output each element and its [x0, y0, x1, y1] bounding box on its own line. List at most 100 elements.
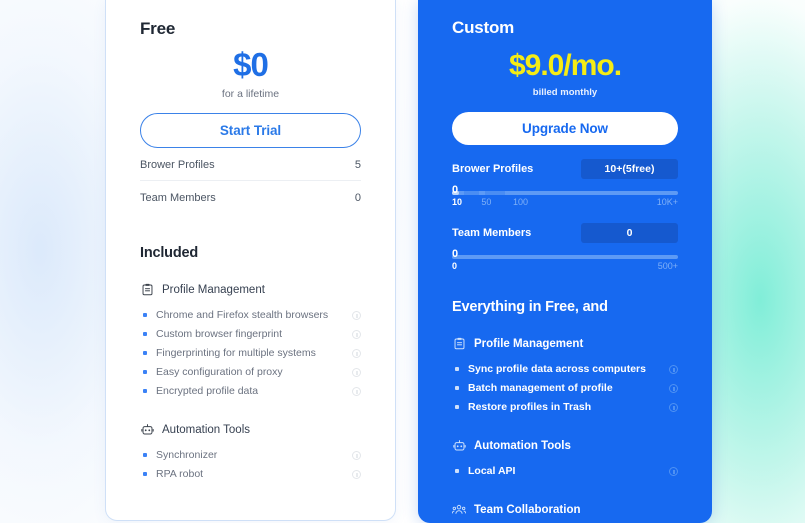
price-block-custom: $9.0/mo. billed monthly — [452, 38, 678, 98]
spec-row: Team Members 0 — [140, 179, 361, 213]
slider-thumb[interactable]: 0 — [452, 184, 458, 196]
bullet-icon — [455, 469, 459, 473]
slider-group-team-members: Team Members 0 0 0 500+ — [452, 222, 678, 274]
info-icon[interactable] — [352, 450, 361, 460]
slider-tick: 10 — [452, 196, 463, 207]
pricing-stage: Free $0 for a lifetime Start Trial Browe… — [0, 0, 805, 523]
plan-price-custom: $9.0/mo. — [508, 49, 622, 82]
slider-team-members[interactable]: 0 0 500+ — [452, 248, 678, 274]
feature-item: Local API — [452, 462, 678, 481]
slider-scale: 0 500+ — [452, 260, 678, 274]
slider-thumb[interactable]: 0 — [452, 248, 458, 260]
feature-item: Sync profile data across computers — [452, 360, 678, 379]
feature-label: Fingerprinting for multiple systems — [156, 347, 316, 360]
slider-scale: 10 50 100 10K+ — [452, 196, 678, 210]
feature-group-heading: Automation Tools — [474, 439, 571, 452]
bullet-icon — [143, 389, 147, 394]
bullet-icon — [143, 453, 147, 458]
feature-item: Chrome and Firefox stealth browsers — [140, 306, 361, 325]
plan-price-sub-free: for a lifetime — [221, 87, 280, 100]
slider-tick: 0 — [452, 260, 458, 271]
spec-list-free: Brower Profiles 5 Team Members 0 — [140, 148, 361, 213]
robot-icon — [140, 423, 154, 437]
slider-tick: 50 — [481, 196, 492, 207]
slider-segment — [464, 190, 480, 195]
pricing-card-custom: Custom $9.0/mo. billed monthly Upgrade N… — [418, 0, 712, 523]
robot-icon — [452, 439, 466, 453]
slider-tick: 100 — [513, 196, 529, 207]
feature-label: Chrome and Firefox stealth browsers — [156, 309, 329, 322]
feature-label: Synchronizer — [156, 449, 218, 462]
info-icon[interactable] — [352, 469, 361, 479]
spec-value: 0 — [354, 191, 361, 204]
slider-track — [452, 254, 678, 259]
info-icon[interactable] — [669, 402, 678, 412]
plan-title-custom: Custom — [452, 18, 515, 37]
slider-tick-end: 500+ — [657, 260, 678, 271]
slider-value-badge: 10+(5free) — [581, 158, 678, 179]
feature-group: Profile Management Chrome and Firefox st… — [140, 283, 361, 401]
feature-label: Restore profiles in Trash — [468, 401, 592, 413]
feature-label: Encrypted profile data — [156, 385, 259, 398]
feature-item: Encrypted profile data — [140, 382, 361, 401]
plan-title-free: Free — [140, 19, 176, 38]
slider-header: Team Members 0 — [452, 222, 678, 243]
feature-item: Synchronizer — [140, 446, 361, 465]
feature-group-heading: Profile Management — [474, 337, 584, 350]
price-block-free: $0 for a lifetime — [140, 39, 361, 100]
slider-label: Team Members — [452, 226, 532, 239]
feature-list: Synchronizer RPA robot — [140, 446, 361, 484]
bullet-icon — [455, 367, 459, 371]
feature-group-header: Team Collaboration — [452, 503, 678, 517]
bullet-icon — [455, 386, 459, 390]
plan-price-free: $0 — [233, 46, 269, 83]
feature-group-heading: Profile Management — [162, 283, 265, 296]
feature-label: Batch management of profile — [468, 382, 613, 394]
upgrade-now-button[interactable]: Upgrade Now — [452, 111, 678, 145]
feature-list: Local API — [452, 462, 678, 481]
start-trial-button[interactable]: Start Trial — [140, 112, 361, 148]
feature-label: Local API — [468, 465, 516, 477]
feature-group: Team Collaboration Unlimited profile sha… — [452, 503, 678, 523]
slider-group-browser-profiles: Brower Profiles 10+(5free) 0 10 50 100 1… — [452, 158, 678, 210]
bullet-icon — [143, 332, 147, 337]
feature-group-header: Automation Tools — [140, 423, 361, 437]
clipboard-icon — [452, 337, 466, 351]
info-icon[interactable] — [352, 386, 361, 396]
section-title-included: Included — [140, 244, 199, 261]
section-title-everything: Everything in Free, and — [452, 298, 608, 315]
slider-label: Brower Profiles — [452, 162, 534, 175]
slider-header: Brower Profiles 10+(5free) — [452, 158, 678, 179]
feature-list: Chrome and Firefox stealth browsers Cust… — [140, 306, 361, 401]
feature-group: Automation Tools Synchronizer RPA robot — [140, 423, 361, 484]
feature-item: Restore profiles in Trash — [452, 398, 678, 417]
slider-segment — [484, 190, 506, 195]
info-icon[interactable] — [669, 364, 678, 374]
slider-browser-profiles[interactable]: 0 10 50 100 10K+ — [452, 184, 678, 210]
info-icon[interactable] — [669, 466, 678, 476]
feature-group-heading: Automation Tools — [162, 423, 251, 436]
feature-label: Easy configuration of proxy — [156, 366, 283, 379]
info-icon[interactable] — [669, 383, 678, 393]
plan-price-sub-custom: billed monthly — [532, 86, 598, 98]
info-icon[interactable] — [352, 367, 361, 377]
spec-row: Brower Profiles 5 — [140, 148, 361, 180]
slider-tick-end: 10K+ — [656, 196, 678, 207]
info-icon[interactable] — [352, 310, 361, 320]
bullet-icon — [455, 405, 459, 409]
feature-item: Fingerprinting for multiple systems — [140, 344, 361, 363]
spec-label: Brower Profiles — [140, 158, 215, 171]
feature-group-header: Profile Management — [140, 283, 361, 297]
feature-item: Batch management of profile — [452, 379, 678, 398]
feature-list: Sync profile data across computers Batch… — [452, 360, 678, 417]
feature-group: Profile Management Sync profile data acr… — [452, 337, 678, 417]
info-icon[interactable] — [352, 348, 361, 358]
bullet-icon — [143, 370, 147, 375]
info-icon[interactable] — [352, 329, 361, 339]
clipboard-icon — [140, 283, 154, 297]
bullet-icon — [143, 472, 147, 477]
people-icon — [452, 503, 466, 517]
feature-group-header: Automation Tools — [452, 439, 678, 453]
bullet-icon — [143, 313, 147, 318]
pricing-card-free: Free $0 for a lifetime Start Trial Browe… — [105, 0, 396, 521]
